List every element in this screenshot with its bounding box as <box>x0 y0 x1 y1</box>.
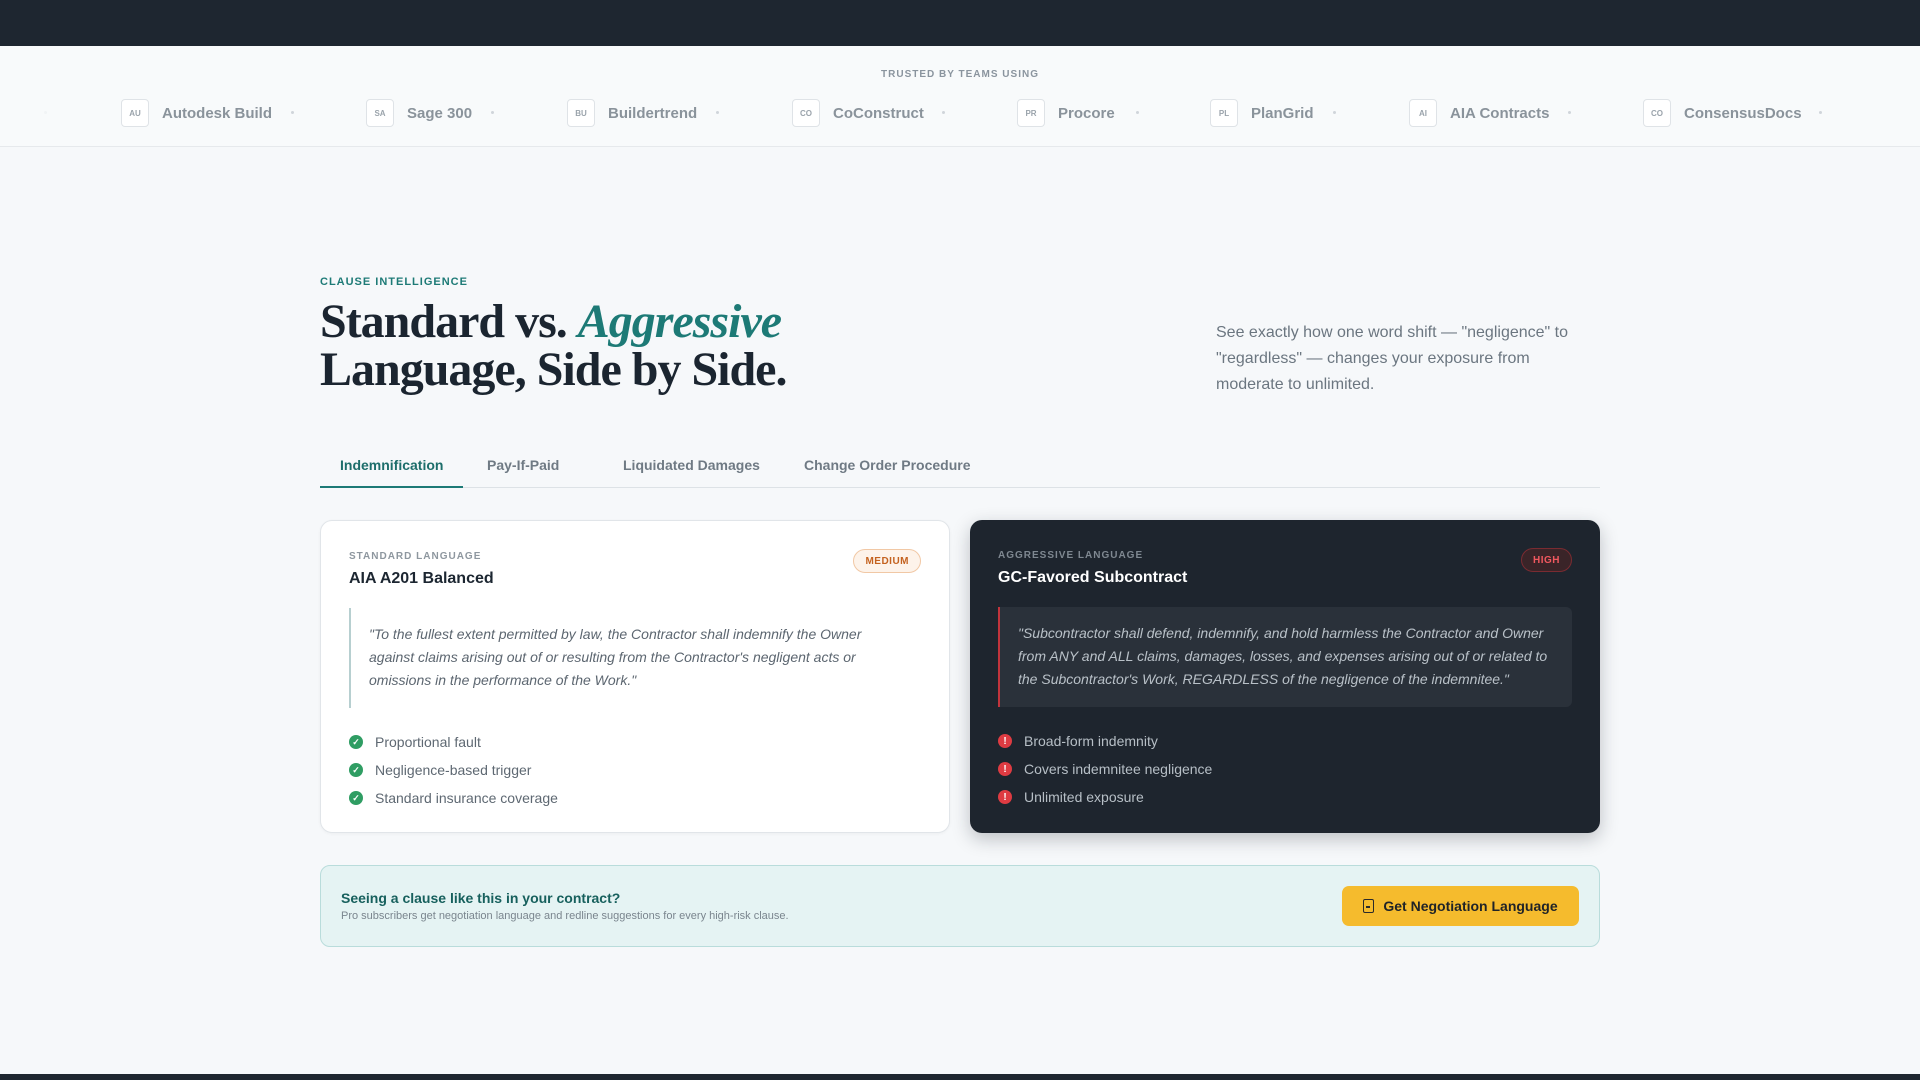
logo-badge: CO <box>792 99 820 127</box>
card-kicker: STANDARD LANGUAGE <box>349 551 482 562</box>
logo-badge: AI <box>1409 99 1437 127</box>
negotiation-cta-banner: Seeing a clause like this in your contra… <box>320 865 1600 947</box>
point-label: Unlimited exposure <box>1024 789 1144 805</box>
risk-badge-high: HIGH <box>1521 548 1572 572</box>
alert-circle-icon: ! <box>998 790 1012 804</box>
logo-name: Procore <box>1058 104 1115 122</box>
clause-tabs: Indemnification Pay-If-Paid Liquidated D… <box>320 450 1600 488</box>
risk-badge-medium: MEDIUM <box>853 549 921 573</box>
marquee-fade-right <box>1830 98 1920 128</box>
logo-name: PlanGrid <box>1251 104 1314 122</box>
point-label: Proportional fault <box>375 734 481 750</box>
bottom-bar <box>0 1074 1920 1080</box>
trusted-label: TRUSTED BY TEAMS USING <box>881 69 1039 80</box>
tab-pay-if-paid[interactable]: Pay-If-Paid <box>467 450 579 488</box>
check-circle-icon: ✓ <box>349 735 363 749</box>
aggressive-language-card: AGGRESSIVE LANGUAGE GC-Favored Subcontra… <box>970 520 1600 833</box>
logo-badge: AU <box>121 99 149 127</box>
logo-plangrid: PL PlanGrid <box>1210 98 1314 128</box>
logo-badge: SA <box>366 99 394 127</box>
logo-name: AIA Contracts <box>1450 104 1550 122</box>
list-item: ✓ Standard insurance coverage <box>349 784 558 812</box>
card-title: GC-Favored Subcontract <box>998 569 1188 586</box>
list-item: ! Unlimited exposure <box>998 783 1212 811</box>
headline-part-2: Language, Side by Side. <box>320 343 787 396</box>
separator-dot <box>1136 111 1139 114</box>
logo-name: Sage 300 <box>407 104 473 122</box>
logo-autodesk-build: AU Autodesk Build <box>121 98 272 128</box>
separator-dot <box>1819 111 1822 114</box>
point-label: Broad-form indemnity <box>1024 733 1158 749</box>
marquee-fade-left <box>0 98 90 128</box>
alert-circle-icon: ! <box>998 762 1012 776</box>
logo-coconstruct: CO CoConstruct <box>792 98 924 128</box>
logo-name: Buildertrend <box>608 104 698 122</box>
logo-buildertrend: BU Buildertrend <box>567 98 697 128</box>
logo-sage-300: SA Sage 300 <box>366 98 472 128</box>
logo-badge: BU <box>567 99 595 127</box>
tab-change-order-procedure[interactable]: Change Order Procedure <box>784 450 991 488</box>
alert-circle-icon: ! <box>998 734 1012 748</box>
point-label: Covers indemnitee negligence <box>1024 761 1213 777</box>
section-subcopy: See exactly how one word shift — "neglig… <box>1216 324 1568 393</box>
get-negotiation-language-button[interactable]: Get Negotiation Language <box>1342 886 1579 926</box>
headline-accent: Aggressive <box>577 295 782 348</box>
logo-name: Autodesk Build <box>162 104 273 122</box>
points-list: ! Broad-form indemnity ! Covers indemnit… <box>998 727 1212 811</box>
tab-indemnification[interactable]: Indemnification <box>320 450 464 488</box>
separator-dot <box>291 111 294 114</box>
point-label: Standard insurance coverage <box>375 790 558 806</box>
check-circle-icon: ✓ <box>349 763 363 777</box>
section-eyebrow: CLAUSE INTELLIGENCE <box>320 276 468 288</box>
separator-dot <box>1333 111 1336 114</box>
button-label: Get Negotiation Language <box>1383 898 1558 914</box>
top-nav-bar <box>0 0 1920 46</box>
list-item: ! Broad-form indemnity <box>998 727 1212 755</box>
list-item: ! Covers indemnitee negligence <box>998 755 1212 783</box>
logo-marquee: cs AU Autodesk Build SA Sage 300 BU Buil… <box>0 98 1920 128</box>
cta-title: Seeing a clause like this in your contra… <box>341 890 621 906</box>
list-item: ✓ Proportional fault <box>349 728 558 756</box>
logo-badge: PL <box>1210 99 1238 127</box>
standard-language-card: STANDARD LANGUAGE AIA A201 Balanced MEDI… <box>320 520 950 833</box>
separator-dot <box>716 111 719 114</box>
tab-liquidated-damages[interactable]: Liquidated Damages <box>603 450 780 488</box>
logo-aia-contracts: AI AIA Contracts <box>1409 98 1549 128</box>
card-title: AIA A201 Balanced <box>349 570 494 587</box>
logo-consensusdocs: CO ConsensusDocs <box>1643 98 1802 128</box>
check-circle-icon: ✓ <box>349 791 363 805</box>
separator-dot <box>1568 111 1571 114</box>
card-kicker: AGGRESSIVE LANGUAGE <box>998 550 1144 561</box>
logo-badge: PR <box>1017 99 1045 127</box>
separator-dot <box>942 111 945 114</box>
trusted-by-strip: TRUSTED BY TEAMS USING cs AU Autodesk Bu… <box>0 46 1920 147</box>
point-label: Negligence-based trigger <box>375 762 532 778</box>
document-icon <box>1363 899 1375 913</box>
logo-procore: PR Procore <box>1017 98 1115 128</box>
logo-name: ConsensusDocs <box>1684 104 1802 122</box>
section-headline: Standard vs. Aggressive Language, Side b… <box>320 295 787 396</box>
cta-subtitle: Pro subscribers get negotiation language… <box>341 910 789 922</box>
separator-dot <box>491 111 494 114</box>
headline-part-1: Standard vs. <box>320 295 578 348</box>
points-list: ✓ Proportional fault ✓ Negligence-based … <box>349 728 558 812</box>
clause-quote: "Subcontractor shall defend, indemnify, … <box>998 607 1572 707</box>
logo-badge: CO <box>1643 99 1671 127</box>
clause-quote: "To the fullest extent permitted by law,… <box>349 608 923 708</box>
list-item: ✓ Negligence-based trigger <box>349 756 558 784</box>
logo-name: CoConstruct <box>833 104 924 122</box>
